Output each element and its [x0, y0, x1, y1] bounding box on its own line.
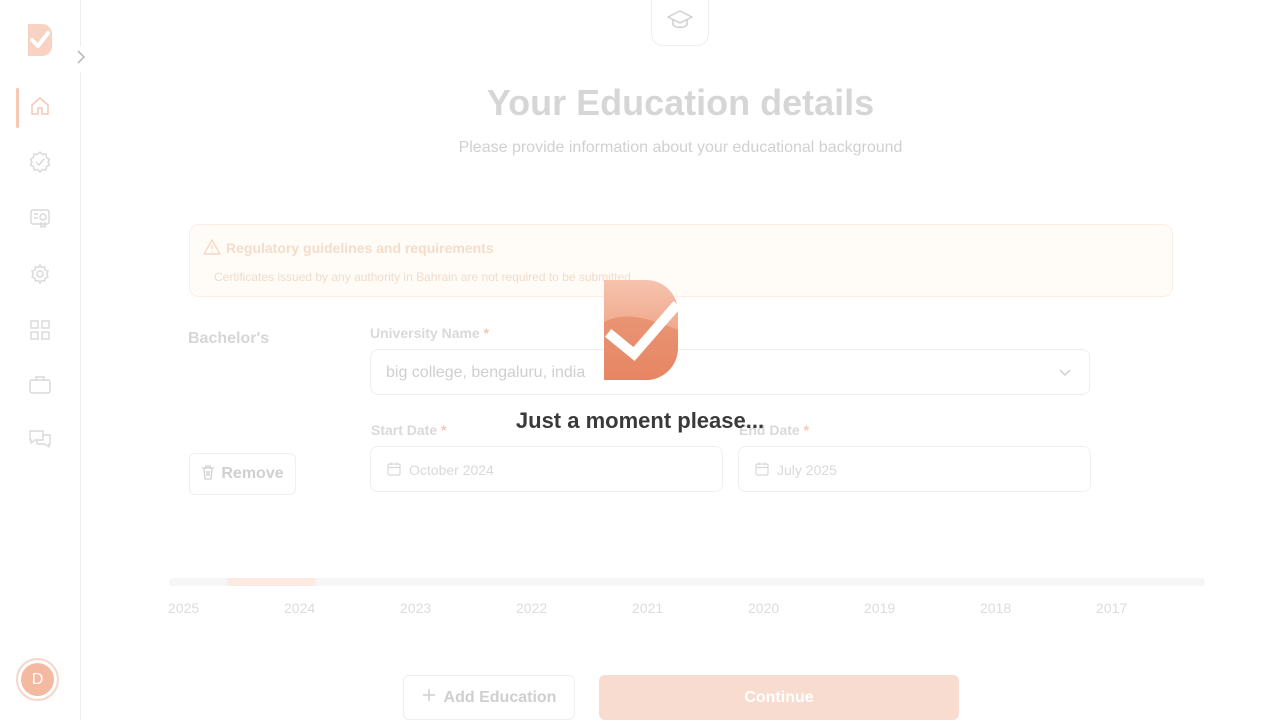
start-label-text: Start Date [371, 422, 438, 438]
sidebar-item-settings[interactable] [16, 256, 64, 296]
notice-text: Certificates issued by any authority in … [214, 270, 635, 284]
page-title: Your Education details [486, 82, 875, 123]
sidebar: D [0, 0, 94, 720]
regulatory-notice: Regulatory guidelines and requirements C… [189, 224, 1173, 297]
university-value: big college, bengaluru, india [386, 364, 586, 381]
main-content: Your Education details Please provide in… [81, 0, 1280, 720]
trash-icon [201, 464, 215, 485]
timeline-year: 2017 [1096, 600, 1128, 616]
degree-label: Bachelor's [188, 330, 270, 347]
university-label-text: University Name [370, 325, 480, 341]
remove-label: Remove [221, 465, 284, 482]
certificate-icon [29, 207, 51, 234]
sidebar-item-verify[interactable] [16, 144, 64, 184]
timeline-year: 2019 [864, 600, 896, 616]
timeline-year: 2022 [516, 600, 548, 616]
start-date-label: Start Date * [371, 422, 446, 438]
end-date-label: End Date * [739, 422, 809, 438]
graduation-cap-icon [667, 9, 693, 36]
chat-icon [28, 428, 52, 455]
graduation-cap-badge [651, 0, 709, 46]
timeline-year: 2018 [980, 600, 1012, 616]
university-select[interactable]: big college, bengaluru, india [370, 349, 1090, 395]
chevron-down-icon [1057, 364, 1073, 385]
start-date-field[interactable]: October 2024 [370, 446, 723, 492]
home-icon [29, 95, 51, 122]
timeline-range [227, 578, 315, 586]
badge-check-icon [28, 150, 52, 179]
warning-icon [203, 239, 221, 260]
plus-icon [422, 688, 436, 707]
sidebar-item-apps[interactable] [16, 312, 64, 352]
sidebar-toggle-button[interactable] [68, 46, 94, 72]
page-subtitle: Please provide information about your ed… [458, 139, 903, 156]
sidebar-item-home[interactable] [16, 88, 64, 128]
chevron-right-icon [75, 49, 87, 69]
timeline-year: 2023 [400, 600, 432, 616]
gear-icon [29, 263, 51, 290]
timeline-year: 2020 [748, 600, 780, 616]
end-date-value: July 2025 [777, 462, 837, 478]
required-mark: * [441, 422, 447, 438]
timeline-year: 2024 [284, 600, 316, 616]
end-label-text: End Date [739, 422, 800, 438]
timeline-year: 2025 [168, 600, 200, 616]
start-date-value: October 2024 [409, 462, 494, 478]
education-timeline [169, 578, 1205, 586]
sidebar-item-certificate[interactable] [16, 200, 64, 240]
required-mark: * [803, 422, 810, 438]
add-education-button[interactable]: Add Education [403, 675, 575, 720]
notice-title: Regulatory guidelines and requirements [226, 240, 494, 256]
continue-button[interactable]: Continue [599, 675, 959, 720]
required-mark: * [483, 325, 490, 341]
timeline-year: 2021 [632, 600, 664, 616]
avatar-initial: D [21, 663, 54, 696]
calendar-icon [387, 462, 401, 481]
add-education-label: Add Education [443, 688, 557, 706]
university-name-label: University Name * [370, 325, 489, 341]
sidebar-item-jobs[interactable] [16, 367, 64, 407]
brand-logo [28, 24, 52, 56]
grid-icon [29, 319, 51, 346]
user-avatar[interactable]: D [16, 658, 59, 701]
end-date-field[interactable]: July 2025 [738, 446, 1091, 492]
app-root: D Your Education details Please provide … [0, 0, 1280, 720]
sidebar-item-messages[interactable] [16, 421, 64, 461]
calendar-icon [755, 462, 769, 481]
briefcase-icon [28, 374, 52, 401]
remove-button[interactable]: Remove [189, 453, 296, 495]
